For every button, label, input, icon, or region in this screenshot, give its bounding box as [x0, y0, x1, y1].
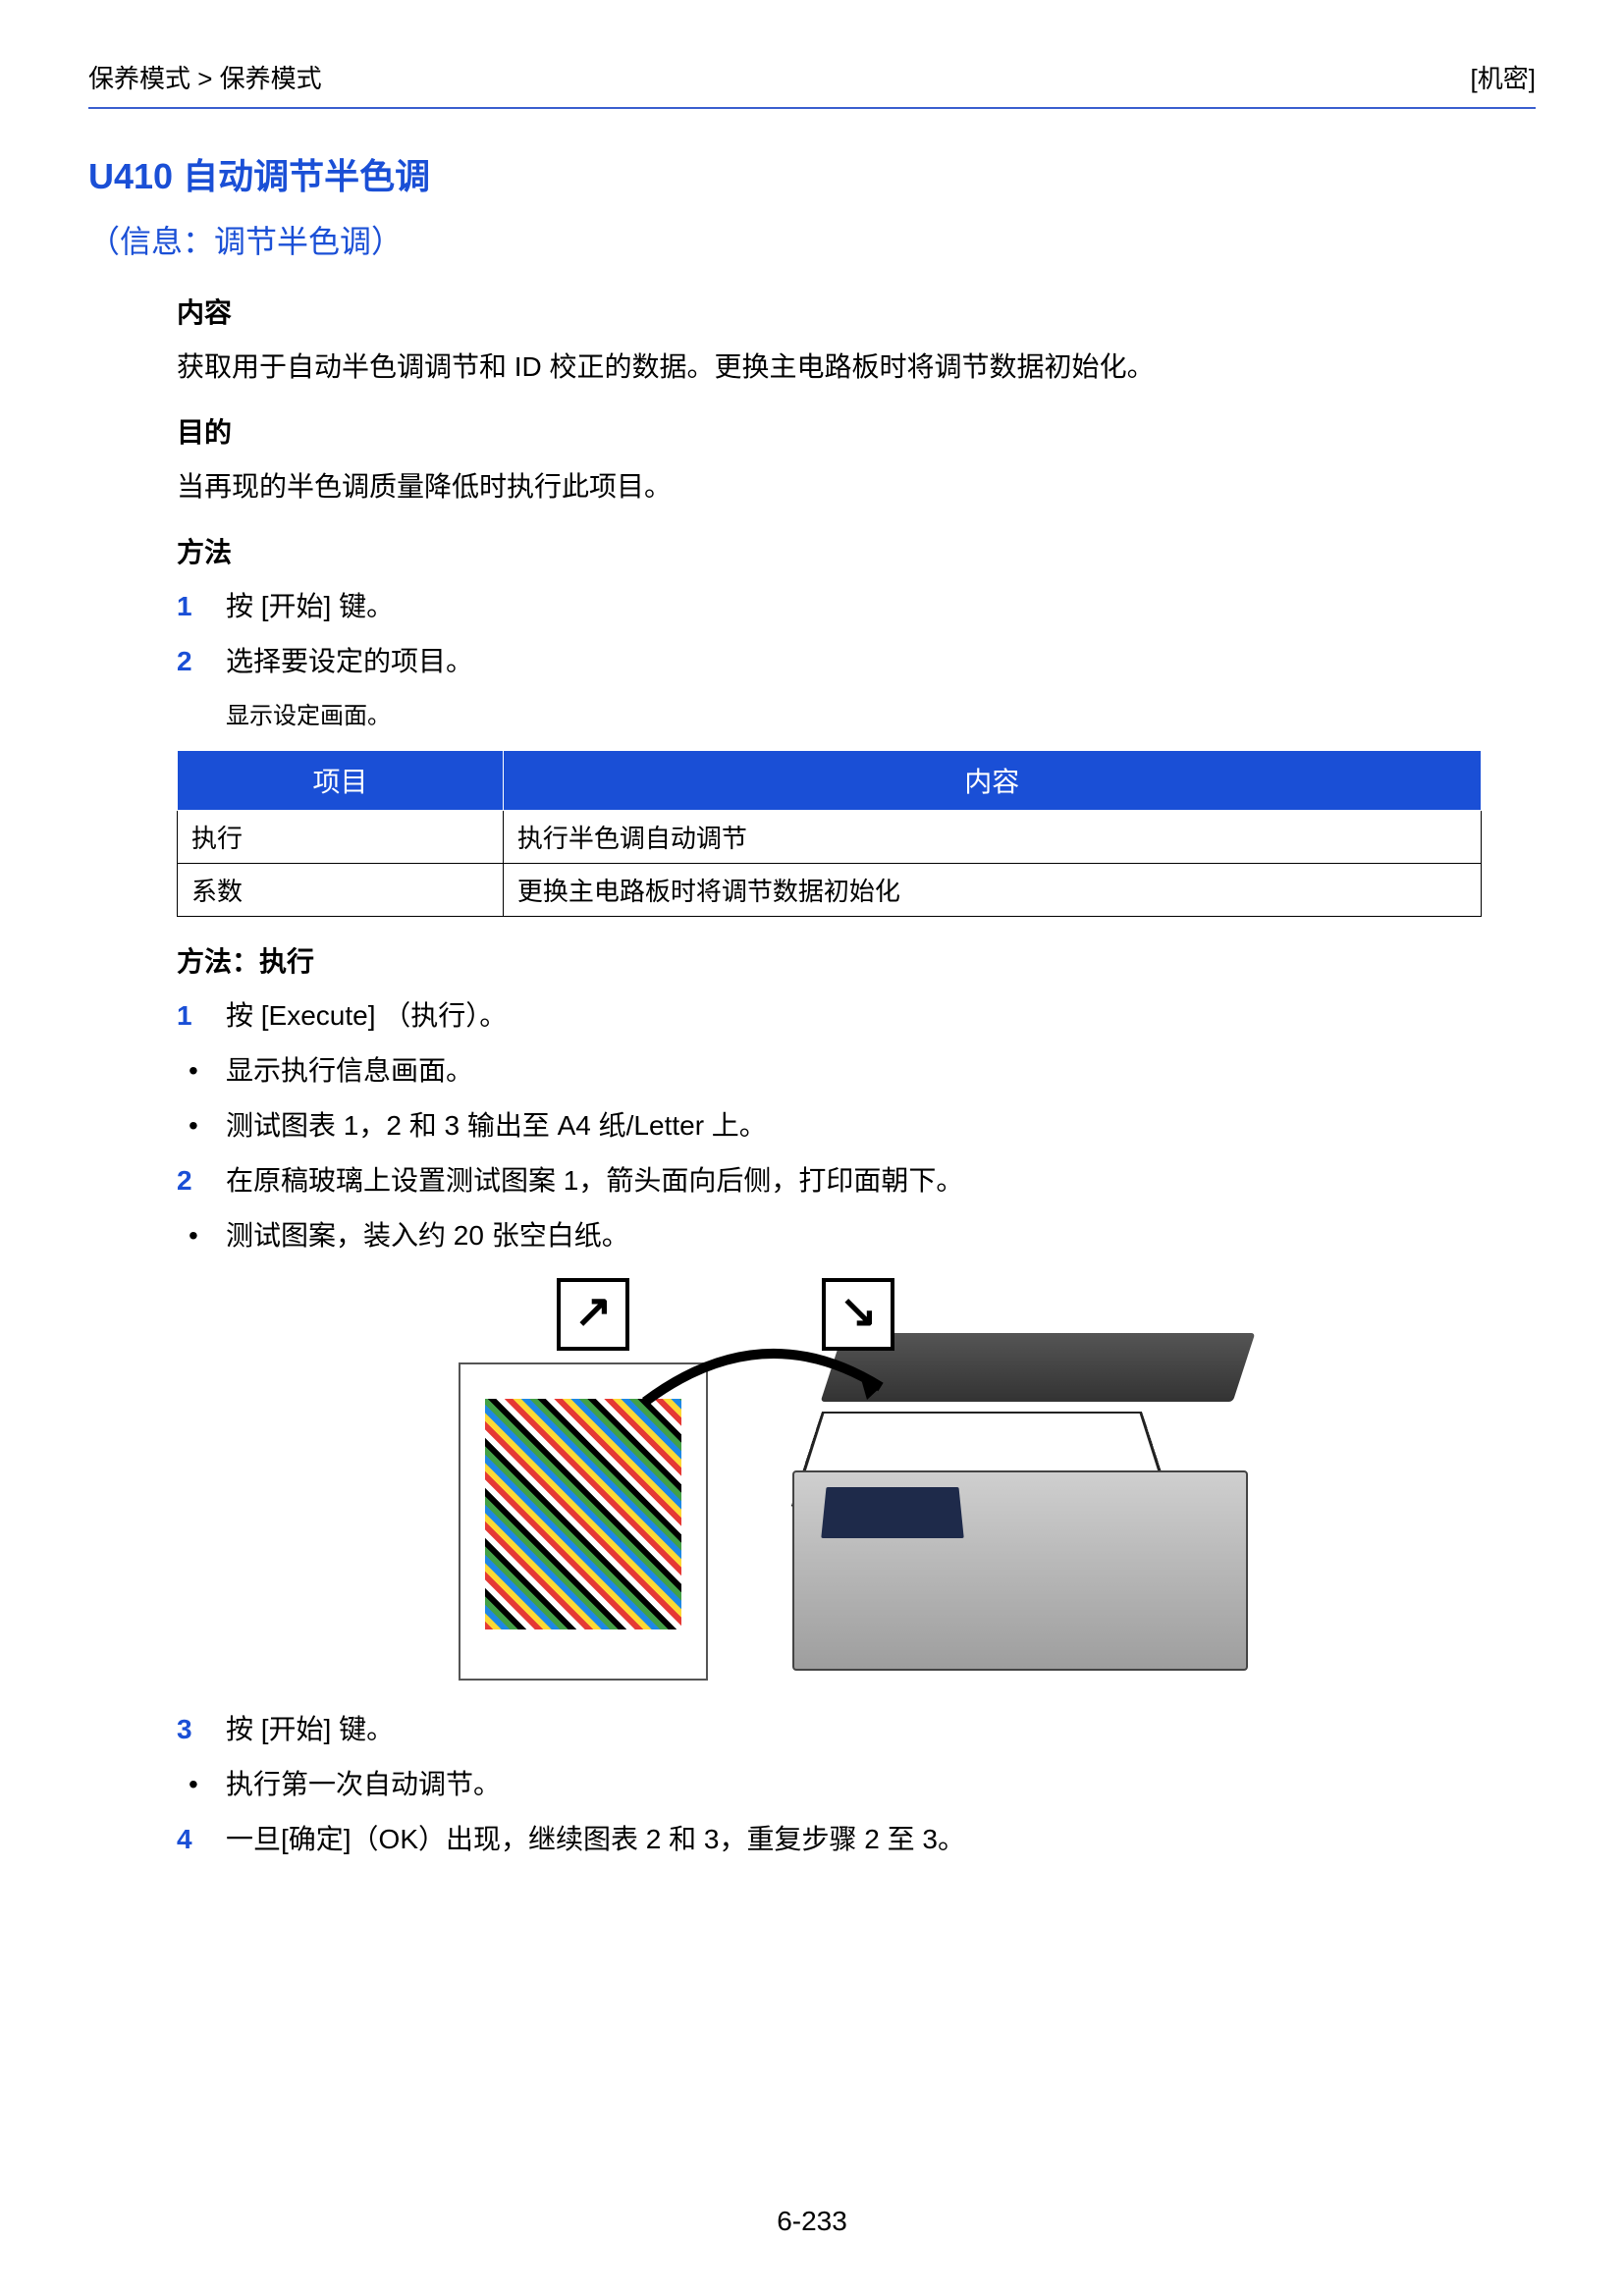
arrow-forward-icon [557, 1278, 629, 1351]
section-title-sub: （信息：调节半色调） [88, 217, 1536, 262]
method-steps: 按 [开始] 键。 选择要设定的项目。 [177, 586, 1536, 682]
table-cell: 系数 [178, 864, 504, 917]
exec-step-1-b1: 显示执行信息画面。 [177, 1050, 1536, 1092]
exec-step-1: 按 [Execute] （执行）。 [177, 995, 1536, 1037]
table-cell: 执行半色调自动调节 [503, 811, 1481, 864]
confidential-label: [机密] [1471, 59, 1536, 95]
heading-method: 方法 [177, 531, 1536, 570]
heading-purpose: 目的 [177, 411, 1536, 451]
table-header-desc: 内容 [503, 751, 1481, 811]
exec-steps: 按 [Execute] （执行）。 显示执行信息画面。 测试图表 1，2 和 3… [177, 995, 1536, 1256]
table-cell: 更换主电路板时将调节数据初始化 [503, 864, 1481, 917]
method-step-1: 按 [开始] 键。 [177, 586, 1536, 627]
test-pattern-icon [485, 1399, 681, 1629]
text-purpose: 当再现的半色调质量降低时执行此项目。 [177, 466, 1536, 507]
arrow-down-right-icon [822, 1278, 894, 1351]
table-row: 系数 更换主电路板时将调节数据初始化 [178, 864, 1482, 917]
exec-step-4: 一旦[确定]（OK）出现，继续图表 2 和 3，重复步骤 2 至 3。 [177, 1819, 1536, 1860]
table-cell: 执行 [178, 811, 504, 864]
exec-step-2-b1: 测试图案，装入约 20 张空白纸。 [177, 1215, 1536, 1256]
figure-placement [177, 1274, 1536, 1691]
exec-step-2: 在原稿玻璃上设置测试图案 1，箭头面向后侧，打印面朝下。 [177, 1160, 1536, 1201]
section-title-main: U410 自动调节半色调 [88, 148, 1536, 199]
table-header-item: 项目 [178, 751, 504, 811]
section-body: 内容 获取用于自动半色调调节和 ID 校正的数据。更换主电路板时将调节数据初始化… [177, 292, 1536, 1860]
page-number: 6-233 [88, 2206, 1536, 2237]
page: 保养模式 > 保养模式 [机密] U410 自动调节半色调 （信息：调节半色调）… [0, 0, 1624, 2296]
page-header: 保养模式 > 保养模式 [机密] [88, 59, 1536, 109]
exec-step-3: 按 [开始] 键。 [177, 1709, 1536, 1750]
text-content: 获取用于自动半色调调节和 ID 校正的数据。更换主电路板时将调节数据初始化。 [177, 347, 1536, 388]
heading-method-execute: 方法：执行 [177, 940, 1536, 980]
heading-content: 内容 [177, 292, 1536, 331]
method-step-2: 选择要设定的项目。 [177, 641, 1536, 682]
method-step-2-sub: 显示设定画面。 [226, 696, 1536, 730]
exec-steps-cont: 按 [开始] 键。 执行第一次自动调节。 一旦[确定]（OK）出现，继续图表 2… [177, 1709, 1536, 1860]
exec-step-1-b2: 测试图表 1，2 和 3 输出至 A4 纸/Letter 上。 [177, 1105, 1536, 1147]
exec-step-3-b1: 执行第一次自动调节。 [177, 1764, 1536, 1805]
items-table: 项目 内容 执行 执行半色调自动调节 系数 更换主电路板时将调节数据初始化 [177, 750, 1482, 917]
breadcrumb: 保养模式 > 保养模式 [88, 59, 322, 95]
table-row: 执行 执行半色调自动调节 [178, 811, 1482, 864]
